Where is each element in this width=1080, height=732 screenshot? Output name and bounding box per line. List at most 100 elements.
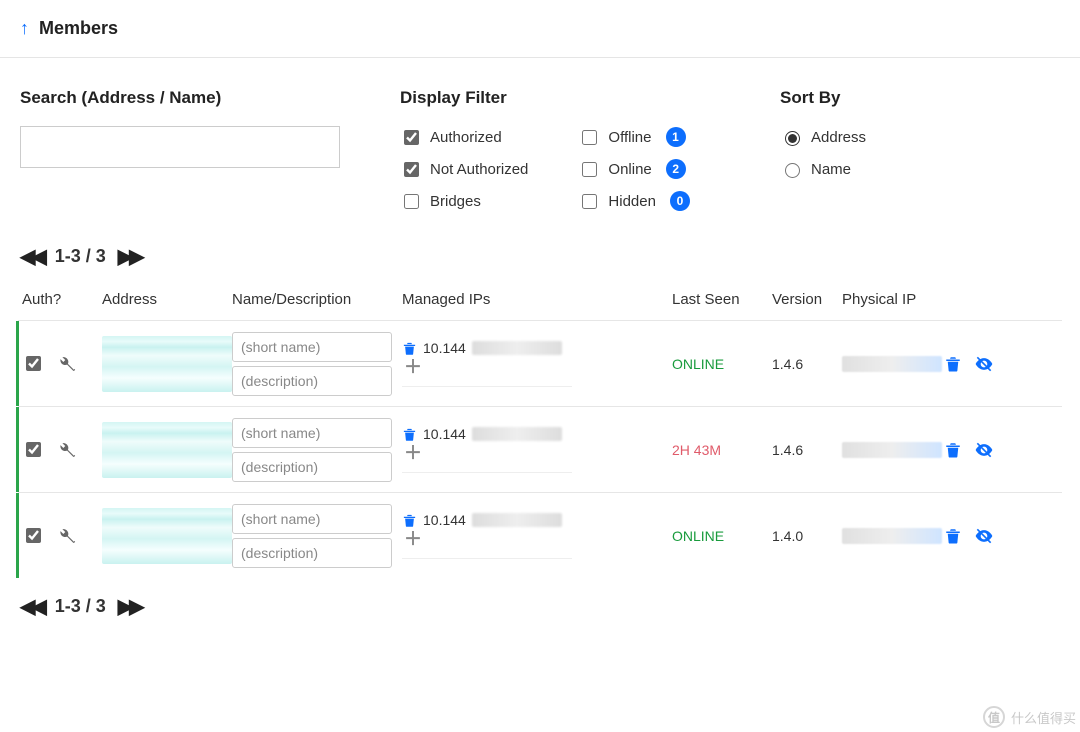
- row-description-input[interactable]: [232, 452, 392, 482]
- filter-authorized-label: Authorized: [430, 129, 502, 146]
- filter-online-checkbox[interactable]: [582, 162, 597, 177]
- sort-name-radio[interactable]: [785, 163, 800, 178]
- filter-label: Display Filter: [400, 88, 740, 108]
- filter-authorized-checkbox[interactable]: [404, 130, 419, 145]
- hide-icon[interactable]: [974, 354, 994, 374]
- table-row: 10.144 ＋ 2H 43M 1.4.6: [18, 406, 1062, 492]
- sort-column: Sort By Address Name: [780, 88, 1040, 212]
- filter-online-count: 2: [666, 159, 686, 179]
- col-version: Version: [768, 291, 838, 308]
- row-description-input[interactable]: [232, 366, 392, 396]
- row-auth-checkbox[interactable]: [26, 442, 41, 457]
- filter-not_authorized[interactable]: Not Authorized: [400, 158, 528, 180]
- row-description-input[interactable]: [232, 538, 392, 568]
- add-ip-icon[interactable]: ＋: [404, 358, 422, 376]
- table-row: 10.144 ＋ ONLINE 1.4.0: [18, 492, 1062, 578]
- filter-bridges-checkbox[interactable]: [404, 194, 419, 209]
- filter-offline[interactable]: Offline1: [578, 126, 690, 148]
- row-physical-ip-redacted: [842, 442, 942, 458]
- watermark-text: 什么值得买: [1011, 708, 1076, 727]
- sort-name[interactable]: Name: [780, 158, 1040, 180]
- sort-address-label: Address: [811, 129, 866, 146]
- pager-range: 1-3 / 3: [55, 596, 106, 617]
- wrench-icon[interactable]: [54, 439, 76, 461]
- filter-online-label: Online: [608, 161, 651, 178]
- sort-label: Sort By: [780, 88, 1040, 108]
- filter-bridges-label: Bridges: [430, 193, 481, 210]
- row-ip-prefix: 10.144: [423, 512, 466, 528]
- row-physical-ip-redacted: [842, 356, 942, 372]
- collapse-icon[interactable]: ↑: [20, 18, 29, 39]
- row-version: 1.4.0: [768, 528, 838, 544]
- filter-not_authorized-label: Not Authorized: [430, 161, 528, 178]
- trash-icon[interactable]: [944, 527, 962, 545]
- col-name: Name/Description: [228, 291, 398, 308]
- col-ips: Managed IPs: [398, 291, 668, 308]
- table-row: 10.144 ＋ ONLINE 1.4.6: [18, 320, 1062, 406]
- search-column: Search (Address / Name): [20, 88, 360, 212]
- row-name-input[interactable]: [232, 418, 392, 448]
- section-header: ↑ Members: [0, 0, 1080, 58]
- row-ip-redacted: [472, 427, 562, 441]
- filter-offline-checkbox[interactable]: [582, 130, 597, 145]
- watermark: 值 什么值得买: [983, 706, 1076, 728]
- col-lastseen: Last Seen: [668, 291, 768, 308]
- pager-bottom: ◀◀ 1-3 / 3 ▶▶: [0, 584, 1080, 629]
- row-version: 1.4.6: [768, 356, 838, 372]
- filter-not_authorized-checkbox[interactable]: [404, 162, 419, 177]
- hide-icon[interactable]: [974, 526, 994, 546]
- row-address-redacted: [102, 508, 232, 564]
- row-last-seen: ONLINE: [668, 356, 768, 372]
- trash-icon[interactable]: [944, 441, 962, 459]
- col-address: Address: [98, 291, 228, 308]
- row-ip-prefix: 10.144: [423, 340, 466, 356]
- table-header: Auth? Address Name/Description Managed I…: [18, 279, 1062, 320]
- trash-icon[interactable]: [402, 341, 417, 356]
- col-auth: Auth?: [18, 291, 98, 308]
- row-ip-prefix: 10.144: [423, 426, 466, 442]
- filter-column: Display Filter Authorized Not Authorized B…: [400, 88, 740, 212]
- search-input[interactable]: [20, 126, 340, 168]
- wrench-icon[interactable]: [54, 353, 76, 375]
- row-name-input[interactable]: [232, 332, 392, 362]
- filter-hidden[interactable]: Hidden 0: [578, 190, 690, 212]
- sort-name-label: Name: [811, 161, 851, 178]
- row-auth-checkbox[interactable]: [26, 356, 41, 371]
- row-ip-redacted: [472, 341, 562, 355]
- trash-icon[interactable]: [402, 427, 417, 442]
- wrench-icon[interactable]: [54, 525, 76, 547]
- row-name-input[interactable]: [232, 504, 392, 534]
- filter-offline-count: 1: [666, 127, 686, 147]
- pager-prev-icon[interactable]: ◀◀: [20, 244, 43, 269]
- filter-bridges[interactable]: Bridges: [400, 190, 528, 212]
- row-physical-ip-redacted: [842, 528, 942, 544]
- filter-hidden-checkbox[interactable]: [582, 194, 597, 209]
- section-title: Members: [39, 18, 118, 39]
- filter-hidden-count: 0: [670, 191, 690, 211]
- filter-hidden-label: Hidden: [608, 193, 656, 210]
- row-ip-redacted: [472, 513, 562, 527]
- pager-prev-icon[interactable]: ◀◀: [20, 594, 43, 619]
- row-version: 1.4.6: [768, 442, 838, 458]
- trash-icon[interactable]: [944, 355, 962, 373]
- row-last-seen: ONLINE: [668, 528, 768, 544]
- pager-next-icon[interactable]: ▶▶: [118, 594, 141, 619]
- search-label: Search (Address / Name): [20, 88, 360, 108]
- sort-address[interactable]: Address: [780, 126, 1040, 148]
- sort-address-radio[interactable]: [785, 131, 800, 146]
- pager-next-icon[interactable]: ▶▶: [118, 244, 141, 269]
- filter-authorized[interactable]: Authorized: [400, 126, 528, 148]
- controls-row: Search (Address / Name) Display Filter A…: [0, 58, 1080, 222]
- hide-icon[interactable]: [974, 440, 994, 460]
- add-ip-icon[interactable]: ＋: [404, 444, 422, 462]
- row-auth-checkbox[interactable]: [26, 528, 41, 543]
- add-ip-icon[interactable]: ＋: [404, 530, 422, 548]
- col-physical: Physical IP: [838, 291, 938, 308]
- row-last-seen: 2H 43M: [668, 442, 768, 458]
- pager-range: 1-3 / 3: [55, 246, 106, 267]
- trash-icon[interactable]: [402, 513, 417, 528]
- members-table: Auth? Address Name/Description Managed I…: [0, 279, 1080, 578]
- row-address-redacted: [102, 336, 232, 392]
- row-address-redacted: [102, 422, 232, 478]
- filter-online[interactable]: Online 2: [578, 158, 690, 180]
